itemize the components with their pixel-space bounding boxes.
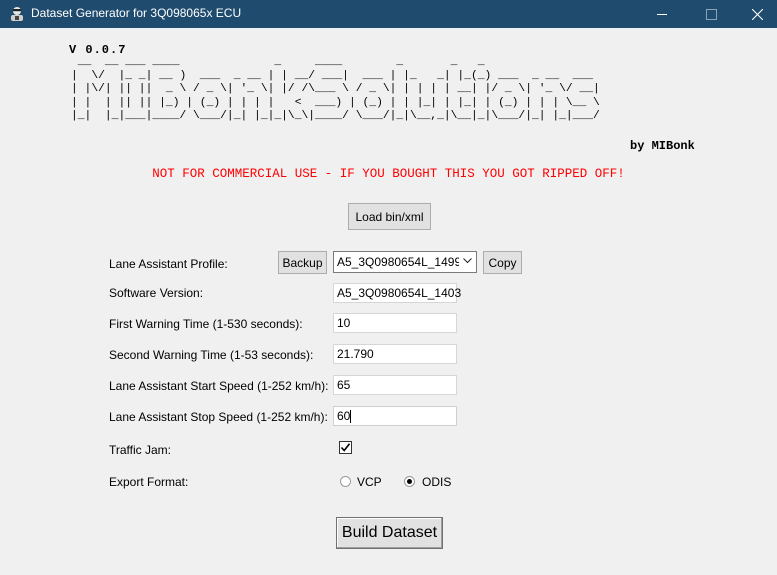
first-warning-field[interactable]: 10 [333,313,457,333]
window-title: Dataset Generator for 3Q098065x ECU [31,6,242,20]
backup-button[interactable]: Backup [278,251,327,274]
radio-odis-label: ODIS [422,475,452,489]
second-warning-label: Second Warning Time (1-53 seconds): [109,348,314,362]
ascii-logo: __ __ ___ ____ _ ____ _ _ _ | \/ |_ _| _… [71,56,600,122]
profile-select[interactable]: A5_3Q0980654L_1499.L [333,251,477,273]
radio-odis[interactable] [404,476,415,487]
close-button[interactable] [734,0,777,28]
checkmark-icon [340,443,351,452]
copy-button[interactable]: Copy [483,251,522,274]
byline: by MIBonk [630,139,695,153]
text-caret [350,410,352,424]
software-version-label: Software Version: [109,286,204,300]
app-icon [9,6,25,22]
software-version-field[interactable]: A5_3Q0980654L_1403 [333,283,461,303]
build-dataset-button[interactable]: Build Dataset [336,517,443,549]
stop-speed-field[interactable]: 60 [333,406,457,426]
version-label: V 0.0.7 [69,43,127,57]
maximize-button[interactable] [688,0,734,28]
stop-speed-label: Lane Assistant Stop Speed (1-252 km/h): [109,410,328,424]
profile-label: Lane Assistant Profile: [109,257,228,271]
traffic-jam-checkbox[interactable] [339,441,352,454]
radio-selected-dot [407,479,412,484]
first-warning-label: First Warning Time (1-530 seconds): [109,317,303,331]
traffic-jam-label: Traffic Jam: [109,443,172,457]
profile-selected-value: A5_3Q0980654L_1499.L [337,255,459,269]
minimize-button[interactable] [639,0,685,28]
minimize-icon [657,14,667,15]
commercial-use-warning: NOT FOR COMMERCIAL USE - IF YOU BOUGHT T… [152,167,625,181]
window-titlebar[interactable]: Dataset Generator for 3Q098065x ECU [0,0,777,28]
export-format-label: Export Format: [109,475,189,489]
chevron-down-icon [463,258,472,264]
close-icon [751,8,763,20]
radio-vcp[interactable] [340,476,351,487]
stop-speed-value: 60 [337,409,351,423]
load-bin-xml-button[interactable]: Load bin/xml [348,203,431,230]
radio-vcp-label: VCP [357,475,382,489]
start-speed-field[interactable]: 65 [333,375,457,395]
second-warning-field[interactable]: 21.790 [333,344,457,364]
maximize-icon [705,8,717,20]
start-speed-label: Lane Assistant Start Speed (1-252 km/h): [109,379,329,393]
